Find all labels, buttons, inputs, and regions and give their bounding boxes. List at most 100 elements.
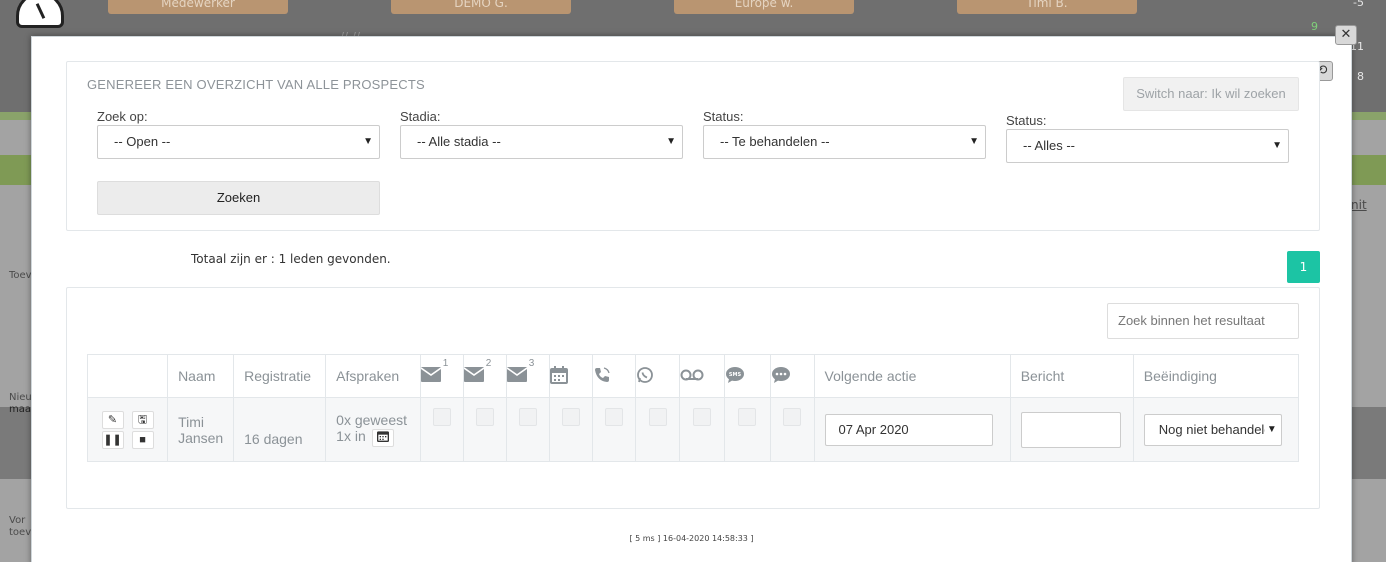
cell-chat <box>769 397 815 462</box>
result-search-input[interactable]: Zoek binnen het resultaat <box>1107 303 1299 339</box>
bg-left-label: Nieu <box>9 392 32 403</box>
mail-icon: 3 <box>506 358 534 385</box>
filter-panel: GENEREER EEN OVERZICHT VAN ALLE PROSPECT… <box>66 61 1320 231</box>
dashboard-gauge-icon <box>16 0 64 28</box>
table-row: ✎ 🖫 ❚❚ ■ Timi Jansen 16 dagen 0x geweest 1… <box>86 397 1300 462</box>
header-whatsapp <box>635 354 681 398</box>
message-textarea[interactable] <box>1020 411 1121 448</box>
status-2-select[interactable]: -- Alles -- ▼ <box>1006 129 1289 163</box>
results-table: Naam Registratie Afspraken 1 2 3 SMS Vol… <box>86 354 1300 462</box>
pagination-page-1[interactable]: 1 <box>1287 251 1320 283</box>
mail-2-superscript: 2 <box>485 358 492 370</box>
header-naam[interactable]: Naam <box>167 354 235 398</box>
pause-icon: ❚❚ <box>103 433 122 446</box>
mail-1-checkbox[interactable] <box>433 408 452 426</box>
search-button[interactable]: Zoeken <box>97 181 380 215</box>
header-actions <box>86 354 169 398</box>
chevron-down-icon: ▼ <box>1264 414 1277 445</box>
stop-icon: ■ <box>139 433 146 446</box>
calendar-checkbox[interactable] <box>562 408 581 426</box>
zoek-op-select[interactable]: -- Open -- ▼ <box>97 125 380 159</box>
header-phone <box>592 354 637 398</box>
mail-1-superscript: 1 <box>442 358 449 370</box>
status-value: -- Te behandelen -- <box>720 134 830 149</box>
save-button[interactable]: 🖫 <box>131 410 154 429</box>
appointments-attended: 0x geweest <box>336 412 407 429</box>
bg-left-label: maa <box>9 404 31 415</box>
sms-icon: SMS <box>725 366 745 387</box>
cell-naam[interactable]: Timi Jansen <box>167 397 235 462</box>
bg-number: 8 <box>1357 70 1364 83</box>
stadia-select[interactable]: -- Alle stadia -- ▼ <box>400 125 683 159</box>
chevron-down-icon: ▼ <box>1272 140 1282 151</box>
results-count: Totaal zijn er : 1 leden gevonden. <box>191 252 391 266</box>
header-mail-3: 3 <box>506 354 551 398</box>
status-select[interactable]: -- Te behandelen -- ▼ <box>703 125 986 159</box>
header-bericht[interactable]: Bericht <box>1009 354 1134 398</box>
header-afspraken[interactable]: Afspraken <box>325 354 422 398</box>
cell-mail-3 <box>506 397 551 462</box>
header-registratie[interactable]: Registratie <box>233 354 327 398</box>
sms-checkbox[interactable] <box>738 408 757 426</box>
cell-sms <box>724 397 771 462</box>
bg-number: 9 <box>1311 20 1318 33</box>
prospect-name[interactable]: Timi Jansen <box>178 414 228 446</box>
appointments-upcoming: 1x in <box>336 428 366 445</box>
prospects-modal: 16 ⟲ ✕ GENEREER EEN OVERZICHT VAN ALLE P… <box>31 25 1357 562</box>
close-icon[interactable]: ✕ <box>1335 25 1357 45</box>
switch-search-mode-button[interactable]: Switch naar: Ik wil zoeken <box>1123 77 1299 111</box>
chat-icon <box>771 366 791 387</box>
header-calendar <box>549 354 594 398</box>
whatsapp-checkbox[interactable] <box>648 408 667 426</box>
cell-beeindiging: Nog niet behandeld ▼ <box>1132 397 1300 462</box>
next-action-date-input[interactable]: 07 Apr 2020 <box>824 413 993 446</box>
header-sms: SMS <box>724 354 771 398</box>
cell-mail-1 <box>420 397 465 462</box>
chat-checkbox[interactable] <box>783 408 802 426</box>
mail-2-checkbox[interactable] <box>476 408 495 426</box>
mail-3-superscript: 3 <box>528 358 535 370</box>
pause-button[interactable]: ❚❚ <box>101 430 124 449</box>
chevron-down-icon: ▼ <box>363 136 373 147</box>
stop-button[interactable]: ■ <box>131 430 154 449</box>
header-mail-1: 1 <box>420 354 465 398</box>
header-beeindiging[interactable]: Beëindiging <box>1132 354 1300 398</box>
zoek-op-label: Zoek op: <box>97 109 148 124</box>
chevron-down-icon: ▼ <box>666 136 676 147</box>
calendar-icon <box>550 365 569 387</box>
cell-bericht <box>1009 397 1134 462</box>
bg-tab-3: Europe w. <box>674 0 854 14</box>
mail-3-checkbox[interactable] <box>519 408 538 426</box>
appointment-calendar-button[interactable] <box>371 428 394 447</box>
voicemail-icon <box>680 368 704 385</box>
results-panel: Zoek binnen het resultaat Naam Registrat… <box>66 287 1320 509</box>
edit-button[interactable]: ✎ <box>101 410 124 429</box>
header-mail-2: 2 <box>463 354 508 398</box>
voicemail-checkbox[interactable] <box>693 408 712 426</box>
stadia-value: -- Alle stadia -- <box>417 134 501 149</box>
header-volgende-actie[interactable]: Volgende actie <box>813 354 1011 398</box>
phone-icon <box>593 366 611 387</box>
table-header-row: Naam Registratie Afspraken 1 2 3 SMS Vol… <box>86 354 1300 398</box>
termination-value: Nog niet behandeld <box>1158 421 1272 437</box>
termination-select[interactable]: Nog niet behandeld ▼ <box>1143 413 1282 446</box>
bg-tab-4: Timi B. <box>957 0 1137 14</box>
pencil-icon: ✎ <box>107 413 118 426</box>
phone-checkbox[interactable] <box>605 408 624 426</box>
row-actions: ✎ 🖫 ❚❚ ■ <box>86 397 169 462</box>
chevron-down-icon: ▼ <box>969 136 979 147</box>
whatsapp-icon <box>636 366 654 387</box>
mail-icon: 2 <box>463 358 491 385</box>
bg-left-label: toev <box>9 527 32 538</box>
svg-text:SMS: SMS <box>729 372 742 378</box>
cell-registratie: 16 dagen <box>233 397 327 462</box>
cell-volgende-actie: 07 Apr 2020 <box>813 397 1011 462</box>
bg-right-link: nit <box>1351 198 1367 212</box>
cell-whatsapp <box>635 397 681 462</box>
cell-voicemail <box>679 397 726 462</box>
save-icon: 🖫 <box>137 413 148 426</box>
bg-left-label: Vor <box>9 515 26 526</box>
stadia-label: Stadia: <box>400 109 441 124</box>
header-chat <box>769 354 815 398</box>
bg-left-label: Toev <box>9 270 32 281</box>
